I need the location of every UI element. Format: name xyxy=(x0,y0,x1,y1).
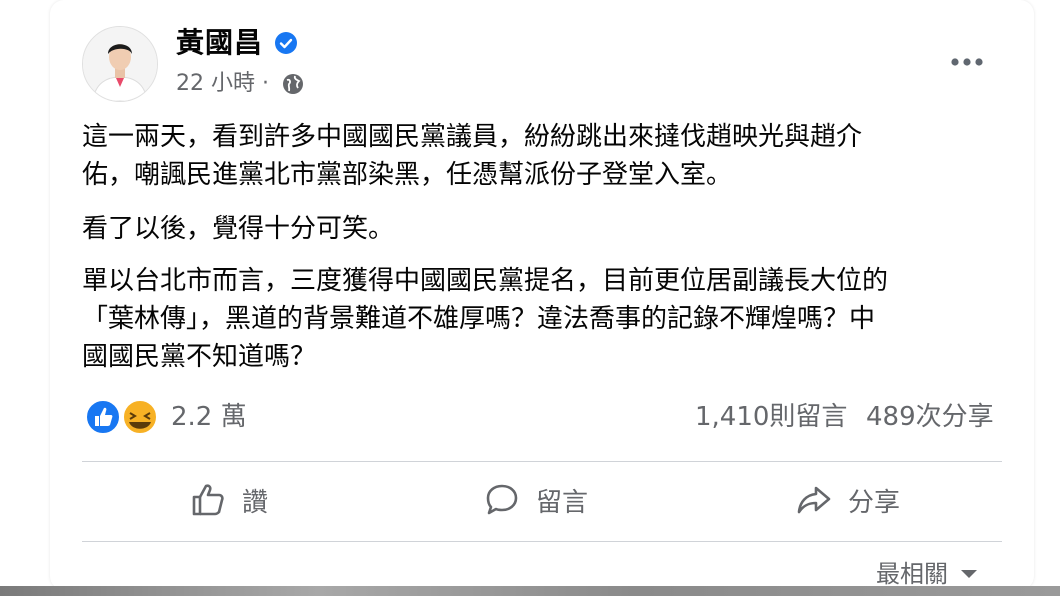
post-paragraph-1: 這一兩天，看到許多中國國民黨議員，紛紛跳出來撻伐趙映光與趙介 佑，嘲諷民進黨北市… xyxy=(82,118,1012,194)
thumbs-up-icon xyxy=(192,484,224,516)
post-line: 單以台北市而言，三度獲得中國國民黨提名，目前更位居副議長大位的 xyxy=(82,266,889,296)
post-line: 國國民黨不知道嗎？ xyxy=(82,342,317,372)
post-paragraph-3: 單以台北市而言，三度獲得中國國民黨提名，目前更位居副議長大位的 「葉林傳」，黑道… xyxy=(82,262,1012,376)
comment-bubble-icon xyxy=(486,484,518,515)
actions-divider-top xyxy=(82,461,1002,462)
more-options-icon[interactable] xyxy=(946,46,988,78)
like-button[interactable]: 讚 xyxy=(190,472,268,528)
globe-icon[interactable] xyxy=(281,72,305,96)
share-label: 分享 xyxy=(848,487,901,518)
like-label: 讚 xyxy=(242,487,269,518)
comment-button[interactable]: 留言 xyxy=(484,472,588,528)
share-count[interactable]: 489次分享 xyxy=(866,398,994,436)
screenshot-bottom-edge xyxy=(0,586,1060,596)
author-name[interactable]: 黃國昌 xyxy=(176,26,263,60)
avatar-portrait xyxy=(83,27,157,101)
author-avatar[interactable] xyxy=(82,26,158,102)
post-line: 佑，嘲諷民進黨北市黨部染黑，任憑幫派份子登堂入室。 xyxy=(82,160,733,190)
screenshot-frame: 黃國昌 22 小時 · 這一兩天，看到許多中國國民黨議員，紛紛跳出來撻伐趙映光與… xyxy=(0,0,1060,596)
meta-separator: · xyxy=(262,71,269,96)
share-arrow-icon xyxy=(797,486,831,514)
post-line: 「葉林傳」，黑道的背景難道不雄厚嗎？違法喬事的記錄不輝煌嗎？中 xyxy=(82,304,876,334)
post-meta: 22 小時 · xyxy=(176,70,269,98)
haha-reaction-icon xyxy=(122,399,158,435)
caret-down-icon xyxy=(961,570,977,578)
post-timestamp[interactable]: 22 小時 xyxy=(176,71,255,96)
share-button[interactable]: 分享 xyxy=(796,472,900,528)
comment-count[interactable]: 1,410則留言 xyxy=(695,398,847,436)
post-line: 這一兩天，看到許多中國國民黨議員，紛紛跳出來撻伐趙映光與趙介 xyxy=(82,122,863,152)
post-paragraph-2: 看了以後，覺得十分可笑。 xyxy=(82,210,1012,248)
verified-badge-icon xyxy=(275,32,297,54)
reaction-icons[interactable] xyxy=(84,398,164,436)
comment-label: 留言 xyxy=(536,487,589,518)
post-line: 看了以後，覺得十分可笑。 xyxy=(82,214,395,244)
actions-divider-bottom xyxy=(82,541,1002,542)
reaction-count[interactable]: 2.2 萬 xyxy=(171,398,247,436)
